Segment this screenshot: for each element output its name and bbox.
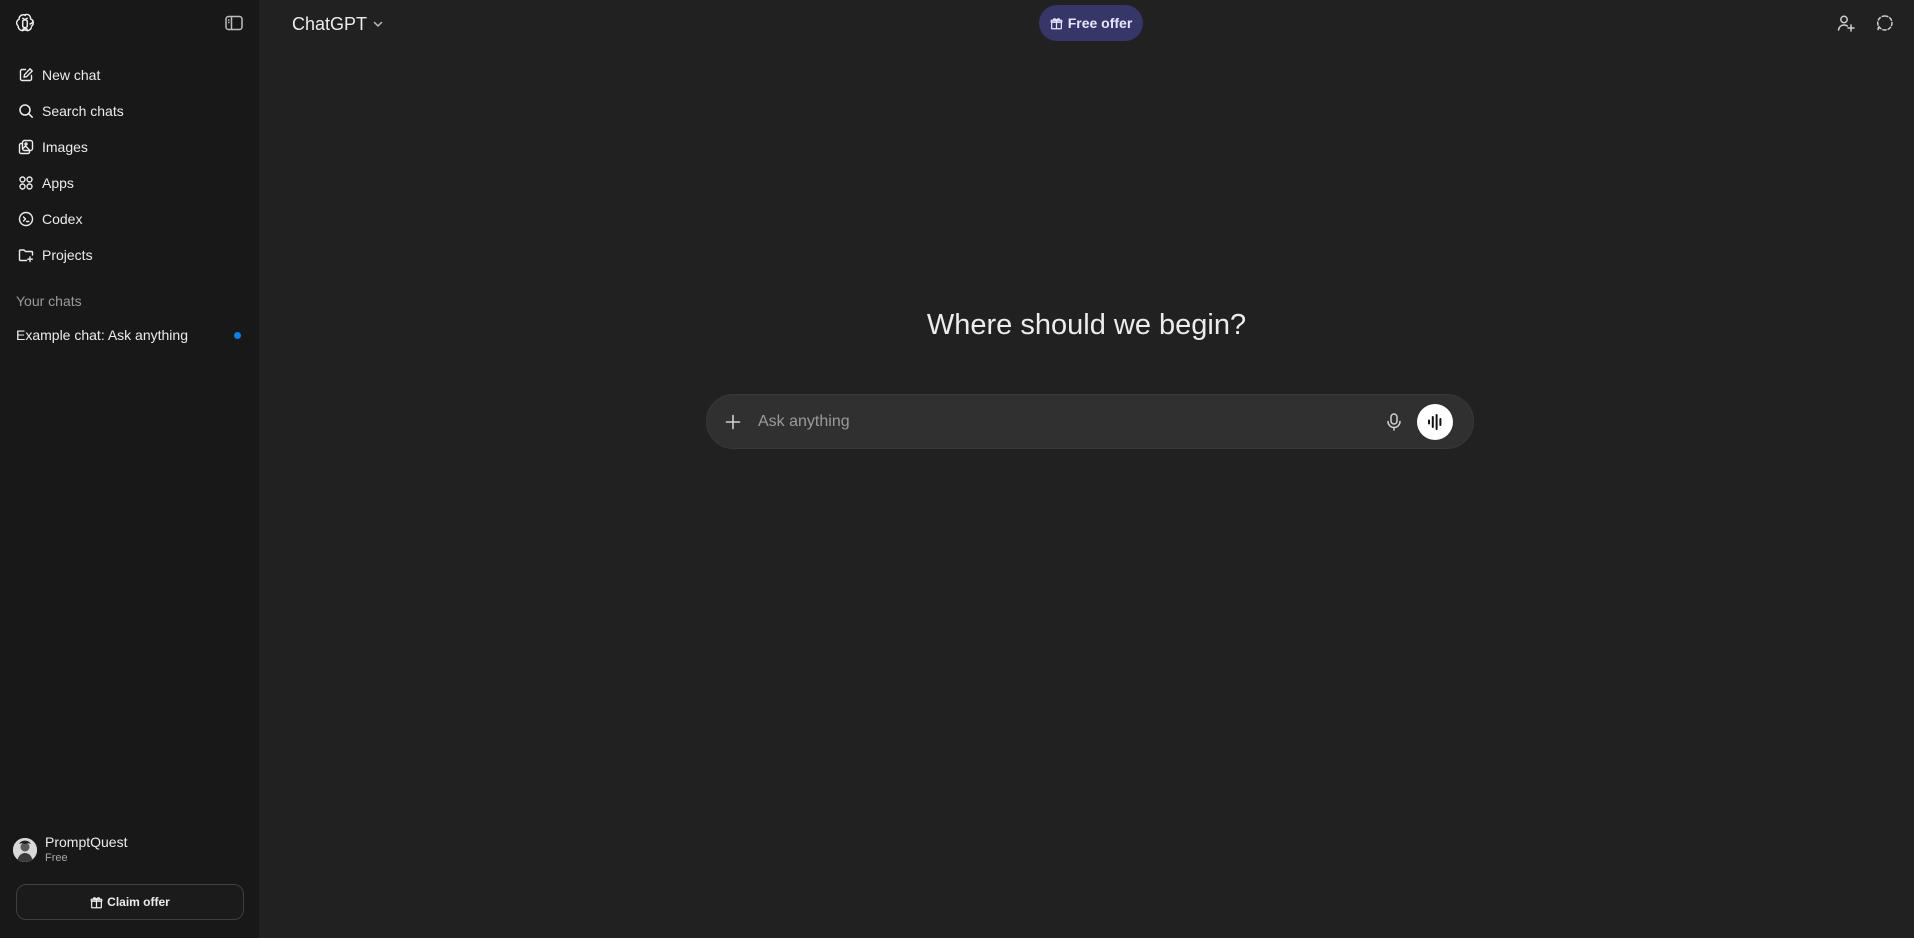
- openai-logo-icon[interactable]: [14, 12, 36, 34]
- apps-button[interactable]: Apps: [8, 165, 251, 201]
- main-panel: ChatGPT Free offer Where should we begin…: [259, 0, 1914, 938]
- voice-mode-button[interactable]: [1417, 404, 1453, 440]
- temporary-chat-icon[interactable]: [1874, 12, 1896, 34]
- user-info: PromptQuest Free: [45, 834, 127, 866]
- projects-button[interactable]: Projects: [8, 237, 251, 273]
- model-selector[interactable]: ChatGPT: [292, 12, 384, 36]
- sidebar-nav: New chat Search chats Images Apps Codex …: [8, 57, 251, 273]
- codex-button[interactable]: Codex: [8, 201, 251, 237]
- your-chats-heading: Your chats: [16, 293, 82, 309]
- codex-icon: [17, 210, 35, 228]
- chat-title: Example chat: Ask anything: [16, 327, 188, 343]
- unread-indicator: [234, 332, 241, 339]
- nav-label-apps: Apps: [42, 175, 74, 191]
- composer: [706, 394, 1474, 449]
- apps-icon: [17, 174, 35, 192]
- nav-label-new-chat: New chat: [42, 67, 101, 83]
- nav-label-codex: Codex: [42, 211, 83, 227]
- waveform-icon: [1428, 414, 1442, 430]
- user-plan: Free: [45, 852, 68, 864]
- user-name: PromptQuest: [45, 834, 128, 850]
- gift-icon: [90, 896, 103, 908]
- free-offer-button[interactable]: Free offer: [1039, 5, 1143, 41]
- new-chat-icon: [17, 66, 35, 84]
- nav-label-search-chats: Search chats: [42, 103, 124, 119]
- free-offer-label: Free offer: [1067, 15, 1133, 31]
- page-title: Where should we begin?: [926, 309, 1247, 341]
- nav-label-projects: Projects: [42, 247, 93, 263]
- microphone-icon[interactable]: [1383, 411, 1405, 433]
- images-icon: [17, 138, 35, 156]
- sidebar: New chat Search chats Images Apps Codex …: [0, 0, 259, 938]
- gift-icon: [1050, 17, 1063, 29]
- claim-offer-button[interactable]: Claim offer: [16, 884, 244, 920]
- nav-label-images: Images: [42, 139, 88, 155]
- app-window: New chat Search chats Images Apps Codex …: [0, 0, 1914, 938]
- model-name: ChatGPT: [292, 13, 368, 34]
- claim-offer-label: Claim offer: [107, 895, 170, 909]
- add-attachment-icon[interactable]: [723, 412, 743, 432]
- add-person-icon[interactable]: [1835, 12, 1857, 34]
- toggle-sidebar-icon[interactable]: [224, 14, 244, 32]
- avatar: [13, 838, 37, 862]
- projects-icon: [17, 246, 35, 264]
- search-chats-button[interactable]: Search chats: [8, 93, 251, 129]
- images-button[interactable]: Images: [8, 129, 251, 165]
- new-chat-button[interactable]: New chat: [8, 57, 251, 93]
- chevron-down-icon: [373, 21, 383, 27]
- chat-list-item[interactable]: Example chat: Ask anything: [8, 318, 251, 352]
- search-icon: [17, 102, 35, 120]
- prompt-input[interactable]: [758, 409, 1358, 435]
- user-profile-button[interactable]: PromptQuest Free: [8, 828, 251, 872]
- sidebar-header: [0, 0, 259, 46]
